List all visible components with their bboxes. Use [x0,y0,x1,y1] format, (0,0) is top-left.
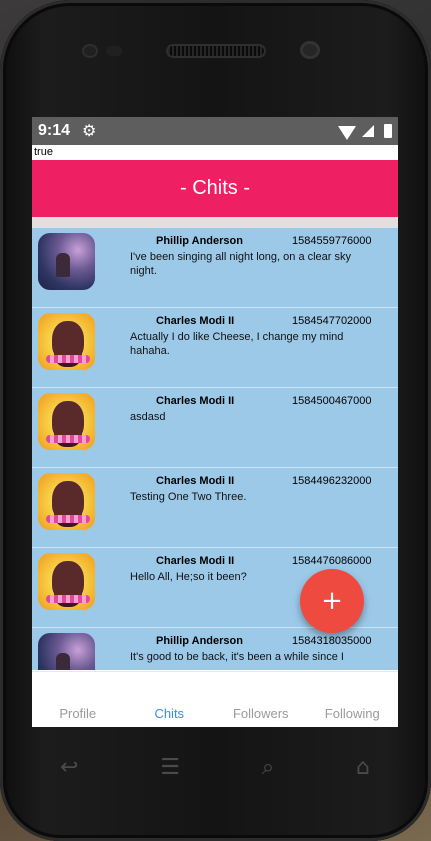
tab-following[interactable]: Following [307,706,399,725]
chit-author: Charles Modi II [156,555,235,567]
menu-icon[interactable]: ☰ [160,755,180,780]
app-screen: 9:14 ⚙ true - Chits - Phillip Anderson 1… [32,117,398,727]
chit-timestamp: 1584500467000 [292,395,372,407]
avatar[interactable] [38,313,95,370]
chit-message: I've been singing all night long, on a c… [130,251,352,277]
bottom-navigation: Profile Chits Followers Following [32,671,398,727]
proximity-sensor [82,44,98,58]
page-title-text: - Chits - [180,177,250,199]
chit-item[interactable]: Phillip Anderson 1584318035000 It's good… [32,628,398,670]
tab-profile[interactable]: Profile [32,706,124,725]
gear-icon: ⚙ [82,123,97,140]
chit-item[interactable]: Charles Modi II 1584496232000 Testing On… [32,468,398,548]
chit-item[interactable]: Charles Modi II 1584547702000 Actually I… [32,308,398,388]
avatar[interactable] [38,233,95,290]
chit-timestamp: 1584496232000 [292,475,372,487]
chit-timestamp: 1584318035000 [292,635,372,647]
status-bar: 9:14 ⚙ [32,117,398,145]
chit-timestamp: 1584476086000 [292,555,372,567]
chit-message: Actually I do like Cheese, I change my m… [130,331,344,357]
phone-frame: 9:14 ⚙ true - Chits - Phillip Anderson 1… [0,0,431,841]
light-sensor [106,46,122,56]
wifi-icon [338,126,356,140]
avatar[interactable] [38,553,95,610]
avatar[interactable] [38,393,95,450]
hardware-softkeys: ↩ ☰ ⌕ ⌂ [60,752,370,782]
avatar[interactable] [38,633,95,670]
chit-author: Charles Modi II [156,475,235,487]
status-time: 9:14 [38,122,71,139]
chit-author: Charles Modi II [156,395,235,407]
chit-author: Phillip Anderson [156,235,243,247]
chit-author: Charles Modi II [156,315,235,327]
chit-timestamp: 1584559776000 [292,235,372,247]
chit-item[interactable]: Charles Modi II 1584500467000 asdasd [32,388,398,468]
chit-message: asdasd [130,411,166,423]
chit-timestamp: 1584547702000 [292,315,372,327]
earpiece-speaker [166,44,266,58]
chit-item[interactable]: Phillip Anderson 1584559776000 I've been… [32,228,398,308]
chit-message: It's good to be back, it's been a while … [130,651,344,663]
home-icon[interactable]: ⌂ [356,755,370,780]
chit-author: Phillip Anderson [156,635,243,647]
battery-icon [384,124,392,138]
page-title: - Chits - [32,160,398,217]
header-divider [32,217,398,228]
signal-icon [362,125,374,137]
front-camera [300,41,320,59]
plus-icon: + [321,586,343,616]
chit-message: Testing One Two Three. [130,491,247,503]
avatar[interactable] [38,473,95,530]
back-icon[interactable]: ↩ [60,755,78,780]
add-chit-button[interactable]: + [300,569,364,633]
search-icon[interactable]: ⌕ [262,755,274,780]
debug-text: true [34,146,53,158]
tab-chits[interactable]: Chits [124,706,216,725]
tab-followers[interactable]: Followers [215,706,307,725]
